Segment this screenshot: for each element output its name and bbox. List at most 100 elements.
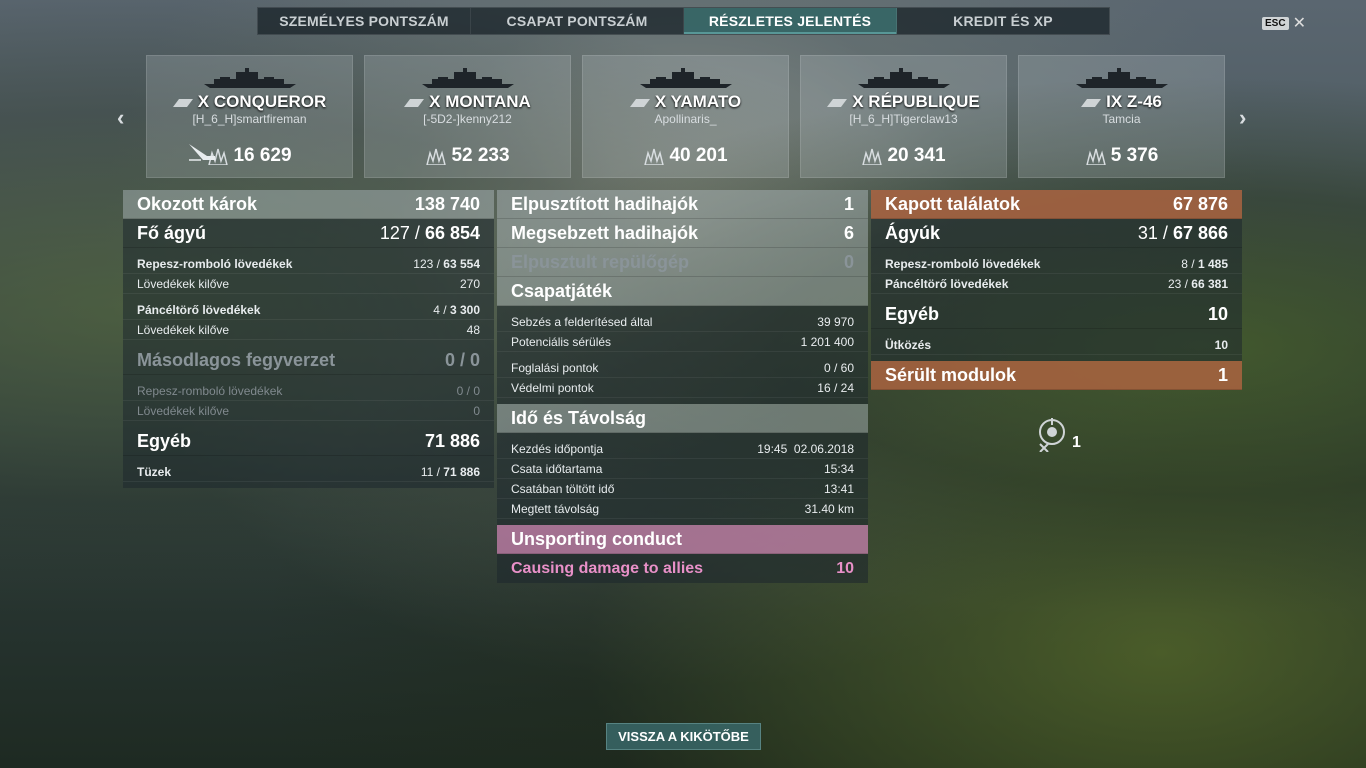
ship-card[interactable]: X CONQUEROR [H_6_H]smartfireman 16 629 xyxy=(146,55,353,178)
label: Egyéb xyxy=(137,430,192,451)
prev-arrow-icon[interactable]: ‹ xyxy=(117,105,124,131)
ship-class-icon xyxy=(404,98,425,107)
hits: 123 / xyxy=(413,256,444,271)
ship-name: X YAMATO xyxy=(583,92,788,112)
label: Unsporting conduct xyxy=(511,528,682,549)
tab-personal-score[interactable]: SZEMÉLYES PONTSZÁM xyxy=(258,8,471,34)
damage-burst-icon xyxy=(426,148,447,165)
value: 6 xyxy=(843,222,854,243)
time-in-battle-row: Csatában töltött idő 13:41 xyxy=(497,479,868,499)
tab-team-score[interactable]: CSAPAT PONTSZÁM xyxy=(471,8,684,34)
value: 8 / 1 485 xyxy=(1181,257,1228,271)
damage: 66 854 xyxy=(424,222,480,243)
ship-silhouette-icon xyxy=(639,68,732,88)
damage-value: 16 629 xyxy=(233,145,292,166)
damage-burst-icon xyxy=(1085,148,1106,165)
value: 31.40 km xyxy=(804,501,854,516)
tab-bar: SZEMÉLYES PONTSZÁM CSAPAT PONTSZÁM RÉSZL… xyxy=(257,7,1110,35)
label: Másodlagos fegyverzet xyxy=(137,349,336,370)
damage-dealt: 52 233 xyxy=(365,145,570,167)
defense-points-row: Védelmi pontok 16 / 24 xyxy=(497,378,868,398)
battle-stats-panel: Elpusztított hadihajók 1 Megsebzett hadih… xyxy=(497,190,868,583)
value: 0 xyxy=(843,251,854,272)
recv-he-row: Repesz-romboló lövedékek 8 / 1 485 xyxy=(871,254,1242,274)
ship-card[interactable]: IX Z-46 Tamcia 5 376 xyxy=(1018,55,1225,178)
spacer xyxy=(123,482,494,488)
label: Megsebzett hadihajók xyxy=(511,222,699,243)
label: Sérült modulok xyxy=(885,364,1017,385)
main-battery-row: Fő ágyú 127 / 66 854 xyxy=(123,219,494,248)
value: 138 740 xyxy=(414,193,480,214)
ship-name: X RÉPUBLIQUE xyxy=(801,92,1006,112)
ally-damage-row: Causing damage to allies 10 xyxy=(497,554,868,583)
damage-value: 20 341 xyxy=(887,145,946,166)
player-name: Apollinaris_ xyxy=(654,112,717,126)
hits: 8 / xyxy=(1181,256,1198,271)
ship-silhouette-icon xyxy=(421,68,514,88)
damage-dealt: 20 341 xyxy=(801,145,1006,167)
tab-credits-xp[interactable]: KREDIT ÉS XP xyxy=(897,8,1109,34)
ship-name-text: X RÉPUBLIQUE xyxy=(852,92,980,111)
fires-row: Tüzek 11 / 71 886 xyxy=(123,462,494,482)
value: 11 / 71 886 xyxy=(421,465,480,479)
damage: 63 554 xyxy=(443,256,480,271)
label: Idő és Távolság xyxy=(511,407,647,428)
value: 0 xyxy=(473,403,480,418)
ramming-row: Ütközés 10 xyxy=(871,335,1242,355)
return-to-port-button[interactable]: VISSZA A KIKÖTŐBE xyxy=(606,723,761,750)
close-button[interactable]: ESC ✕ xyxy=(1262,13,1306,33)
value: 0 / 0 xyxy=(456,383,480,398)
next-arrow-icon[interactable]: › xyxy=(1239,105,1246,131)
hits: 11 / xyxy=(420,464,444,479)
planes-destroyed-row: Elpusztult repülőgép 0 xyxy=(497,248,868,277)
ship-sunk-icon xyxy=(187,140,217,167)
label: Ágyúk xyxy=(885,222,941,243)
damage-value: 52 233 xyxy=(451,145,510,166)
label: Kezdés időpontja xyxy=(511,441,604,456)
damage: 71 886 xyxy=(443,464,480,479)
damage: 3 300 xyxy=(449,302,480,317)
ship-cards: X CONQUEROR [H_6_H]smartfireman 16 629 X MO… xyxy=(146,55,1225,178)
label: Kapott találatok xyxy=(885,193,1021,214)
module-count: 1 xyxy=(1072,434,1081,451)
value: 10 xyxy=(1207,303,1228,324)
secondary-header: Másodlagos fegyverzet 0 / 0 xyxy=(123,346,494,375)
ap-shells-row: Páncéltörő lövedékek 4 / 3 300 xyxy=(123,300,494,320)
label: Csatában töltött idő xyxy=(511,481,615,496)
label: Csapatjáték xyxy=(511,280,613,301)
damage-dealt-header: Okozott károk 138 740 xyxy=(123,190,494,219)
ship-card[interactable]: X RÉPUBLIQUE [H_6_H]Tigerclaw13 20 341 xyxy=(800,55,1007,178)
value: 270 xyxy=(459,276,480,291)
value: 31 / 67 866 xyxy=(1138,223,1228,244)
label: Okozott károk xyxy=(137,193,258,214)
damaged-modules-header: Sérült modulok 1 xyxy=(871,361,1242,390)
ship-card[interactable]: X MONTANA [-5D2-]kenny212 52 233 xyxy=(364,55,571,178)
label: Elpusztított hadihajók xyxy=(511,193,698,214)
tab-detailed-report[interactable]: RÉSZLETES JELENTÉS xyxy=(684,8,897,34)
player-name: [H_6_H]Tigerclaw13 xyxy=(849,112,958,126)
label: Sebzés a felderítésed által xyxy=(511,314,653,329)
distance-row: Megtett távolság 31.40 km xyxy=(497,499,868,519)
label: Lövedékek kilőve xyxy=(137,403,230,418)
secondary-fired-row: Lövedékek kilőve 0 xyxy=(123,401,494,421)
damage-dealt: 16 629 xyxy=(147,145,352,167)
label: Repesz-romboló lövedékek xyxy=(137,383,283,398)
value: 1 201 400 xyxy=(800,334,854,349)
ship-card[interactable]: X YAMATO Apollinaris_ 40 201 xyxy=(582,55,789,178)
spotting-damage-row: Sebzés a felderítésed által 39 970 xyxy=(497,312,868,332)
label: Páncéltörő lövedékek xyxy=(885,276,1009,291)
hits: 4 / xyxy=(433,302,450,317)
value: 1 xyxy=(843,193,854,214)
damage-dealt: 40 201 xyxy=(583,145,788,167)
hits: 127 / xyxy=(379,222,425,243)
recv-ap-row: Páncéltörő lövedékek 23 / 66 381 xyxy=(871,274,1242,294)
value: 71 886 xyxy=(424,430,480,451)
damage-received-panel: Kapott találatok 67 876 Ágyúk 31 / 67 866 … xyxy=(871,190,1242,390)
ship-name: X CONQUEROR xyxy=(147,92,352,112)
he-fired-row: Lövedékek kilőve 270 xyxy=(123,274,494,294)
ship-class-icon xyxy=(629,98,650,107)
label: Egyéb xyxy=(885,303,940,324)
damage-value: 5 376 xyxy=(1110,145,1159,166)
value: 48 xyxy=(466,322,480,337)
damage: 1 485 xyxy=(1197,256,1228,271)
